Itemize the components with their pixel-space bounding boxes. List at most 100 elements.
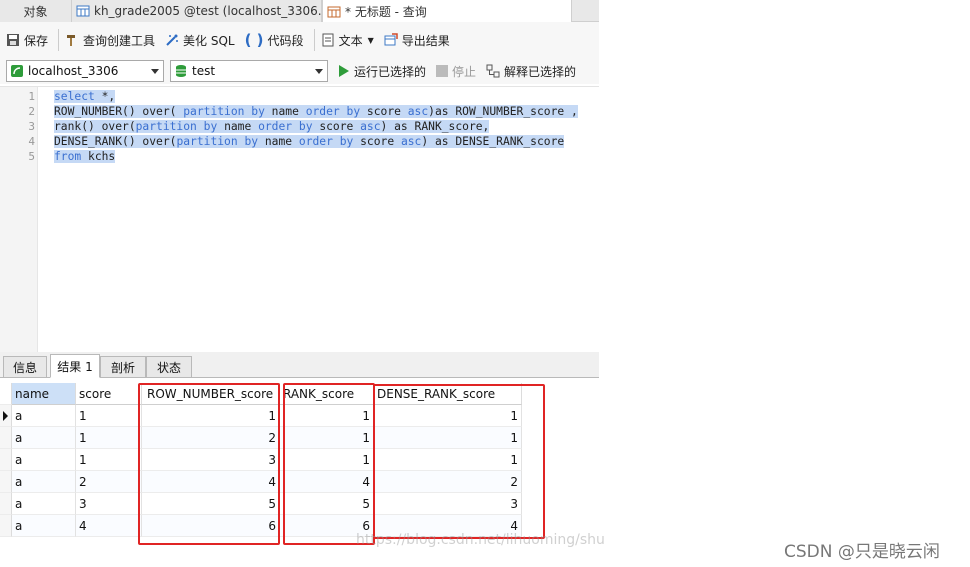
database-value: test (192, 64, 216, 78)
code-line-text: from kchs (54, 150, 116, 163)
save-icon (7, 34, 19, 46)
table-icon (76, 5, 90, 17)
connection-select[interactable]: localhost_3306 (6, 60, 164, 82)
explain-icon (486, 64, 500, 78)
tab-table-kh-grade[interactable]: kh_grade2005 @test (localhost_3306... (72, 0, 322, 22)
tab-profile-label: 剖析 (110, 360, 135, 375)
query-builder-button[interactable]: 查询创建工具 (65, 32, 155, 49)
explain-selected-label: 解释已选择的 (504, 64, 577, 79)
highlight-box-row-number (138, 383, 280, 545)
run-selected-button[interactable]: 运行已选择的 (338, 63, 426, 80)
highlight-box-dense-rank (373, 384, 545, 539)
connection-bar: localhost_3306 test 运行已选择的 停止 解释已选择的 (0, 58, 599, 84)
query-table-icon (327, 6, 341, 17)
cell-score[interactable]: 3 (76, 493, 142, 515)
row-indicator[interactable] (0, 471, 12, 493)
stop-label: 停止 (452, 64, 477, 79)
sql-editor[interactable]: 1 2 3 4 5 select *, ROW_NUMBER() over( p… (0, 86, 599, 353)
database-select[interactable]: test (170, 60, 328, 82)
row-indicator[interactable] (0, 493, 12, 515)
tab-query-untitled[interactable]: * 无标题 - 查询 (322, 0, 572, 23)
code-snippet-button[interactable]: ( ) 代码段 (245, 31, 304, 49)
current-row-indicator-icon[interactable] (0, 405, 12, 427)
stop-button[interactable]: 停止 (436, 63, 476, 80)
cell-score[interactable]: 2 (76, 471, 142, 493)
cell-name[interactable]: a (12, 449, 76, 471)
code-line: ROW_NUMBER() over( partition by name ord… (54, 104, 578, 119)
save-button[interactable]: 保存 (6, 32, 48, 49)
code-line-text: rank() over(partition by name order by s… (54, 120, 490, 133)
line-number: 2 (28, 105, 35, 118)
cell-score[interactable]: 1 (76, 405, 142, 427)
chevron-down-icon (315, 69, 323, 74)
line-number-gutter: 1 2 3 4 5 (0, 87, 38, 353)
line-number: 3 (28, 120, 35, 133)
tab-profile[interactable]: 剖析 (100, 356, 146, 378)
run-selected-label: 运行已选择的 (354, 64, 427, 79)
export-icon (384, 33, 398, 46)
code-line: rank() over(partition by name order by s… (54, 119, 490, 134)
save-label: 保存 (24, 33, 49, 48)
stop-icon (436, 65, 449, 77)
beautify-sql-button[interactable]: 美化 SQL (165, 32, 235, 49)
connection-value: localhost_3306 (28, 64, 119, 78)
row-indicator[interactable] (0, 449, 12, 471)
query-toolbar: 保存 查询创建工具 美化 SQL ( ) 代码段 文本 ▼ 导出结果 (0, 22, 599, 58)
code-line: from kchs (54, 149, 116, 164)
tab-bar: 对象 kh_grade2005 @test (localhost_3306...… (0, 0, 599, 23)
cell-name[interactable]: a (12, 493, 76, 515)
beautify-sql-label: 美化 SQL (183, 33, 235, 48)
query-builder-label: 查询创建工具 (83, 33, 156, 48)
highlight-box-rank (283, 383, 375, 545)
cell-name[interactable]: a (12, 515, 76, 537)
code-line-text: DENSE_RANK() over(partition by name orde… (54, 135, 565, 148)
document-icon (322, 33, 334, 47)
export-result-button[interactable]: 导出结果 (384, 32, 450, 49)
cell-score[interactable]: 4 (76, 515, 142, 537)
cell-score[interactable]: 1 (76, 449, 142, 471)
result-tab-bar: 信息 结果 1 剖析 状态 (0, 352, 599, 378)
tab-result-1[interactable]: 结果 1 (50, 354, 100, 378)
text-mode-button[interactable]: 文本 ▼ (321, 32, 374, 49)
tab-status-label: 状态 (156, 360, 181, 375)
parentheses-icon: ( ) (244, 31, 264, 49)
toolbar-divider (313, 29, 315, 51)
code-line: select *, (54, 89, 116, 104)
database-icon (176, 65, 186, 77)
explain-selected-button[interactable]: 解释已选择的 (486, 63, 576, 80)
query-window: 对象 kh_grade2005 @test (localhost_3306...… (0, 0, 599, 567)
export-result-label: 导出结果 (401, 33, 450, 48)
code-snippet-label: 代码段 (267, 33, 304, 48)
url-watermark: https://blog.csdn.net/lihuoming/shu (356, 532, 605, 548)
column-header-score[interactable]: score (76, 383, 142, 405)
tab-info-label: 信息 (12, 360, 37, 375)
csdn-credit: CSDN @只是晓云闲 (784, 542, 940, 562)
tab-status[interactable]: 状态 (146, 356, 192, 378)
chevron-down-icon (151, 69, 159, 74)
hammer-icon (67, 35, 76, 46)
code-line-text: ROW_NUMBER() over( partition by name ord… (54, 105, 578, 118)
tab-objects[interactable]: 对象 (0, 0, 72, 22)
cell-name[interactable]: a (12, 471, 76, 493)
tab-info[interactable]: 信息 (3, 356, 47, 378)
tab-table-label: kh_grade2005 @test (localhost_3306... (94, 4, 322, 18)
line-number: 5 (28, 150, 35, 163)
row-indicator[interactable] (0, 427, 12, 449)
line-number: 1 (28, 90, 35, 103)
cell-name[interactable]: a (12, 427, 76, 449)
cell-name[interactable]: a (12, 405, 76, 427)
column-header-name[interactable]: name (12, 383, 76, 405)
toolbar-divider (58, 29, 60, 51)
cell-score[interactable]: 1 (76, 427, 142, 449)
code-line-text: select *, (54, 90, 116, 103)
grid-corner (0, 383, 12, 405)
connection-icon (11, 65, 23, 77)
tab-query-label: * 无标题 - 查询 (345, 5, 427, 19)
row-indicator[interactable] (0, 515, 12, 537)
text-mode-label: 文本 (338, 33, 363, 48)
code-line: DENSE_RANK() over(partition by name orde… (54, 134, 565, 149)
line-number: 4 (28, 135, 35, 148)
magic-wand-icon (166, 34, 179, 46)
tab-objects-label: 对象 (23, 4, 48, 19)
tab-result-label: 结果 1 (57, 359, 93, 374)
